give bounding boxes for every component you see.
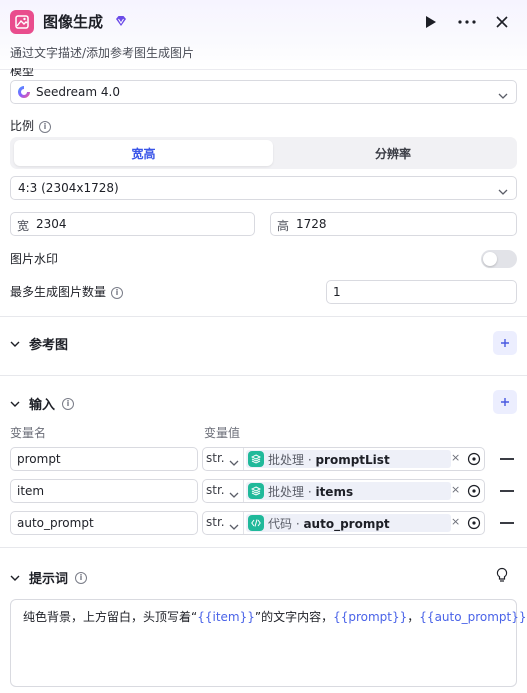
type-select[interactable]: str.: [206, 451, 225, 465]
type-select[interactable]: str.: [206, 483, 225, 497]
model-value: Seedream 4.0: [36, 85, 120, 99]
close-icon[interactable]: [492, 12, 512, 32]
add-reference-button[interactable]: [493, 331, 517, 355]
model-label: 模型: [10, 68, 35, 76]
variable-name-input[interactable]: prompt: [10, 447, 198, 471]
chevron-down-icon: [10, 570, 20, 585]
prompt-text: 纯色背景，上方留白，头顶写着“{{item}}”的文字内容，{{prompt}}…: [23, 610, 527, 624]
target-icon[interactable]: [467, 516, 481, 530]
variable-name-input[interactable]: auto_prompt: [10, 511, 198, 535]
ratio-label: 比例 i: [10, 117, 52, 134]
remove-row-icon[interactable]: [500, 458, 514, 460]
variable-tag: 代码 · auto_prompt: [246, 514, 451, 532]
model-select[interactable]: Seedream 4.0: [10, 80, 517, 104]
divider: [0, 316, 527, 317]
variable-name-input[interactable]: item: [10, 479, 198, 503]
lightbulb-icon[interactable]: [495, 567, 509, 583]
node-title: 图像生成: [43, 13, 104, 31]
target-icon[interactable]: [467, 452, 481, 466]
prompt-textarea[interactable]: 纯色背景，上方留白，头顶写着“{{item}}”的文字内容，{{prompt}}…: [10, 599, 526, 687]
prompt-section-header[interactable]: 提示词 i: [10, 568, 88, 587]
height-input[interactable]: 高 1728: [270, 212, 517, 236]
width-prefix: 宽: [17, 219, 30, 233]
height-value: 1728: [296, 217, 327, 231]
ratio-value: 4:3 (2304x1728): [18, 181, 119, 195]
max-images-input[interactable]: 1: [326, 280, 517, 304]
chevron-down-icon[interactable]: [229, 455, 239, 470]
node-header: 图像生成 通过文字描述/添加参考图生成图片: [0, 0, 527, 70]
info-icon: i: [75, 571, 88, 584]
input-section-header[interactable]: 输入 i: [10, 394, 75, 413]
ratio-mode-tabs: 宽高 分辨率: [10, 137, 517, 169]
height-prefix: 高: [277, 219, 290, 233]
watermark-label: 图片水印: [10, 252, 59, 266]
max-images-label: 最多生成图片数量 i: [10, 283, 124, 300]
info-icon: i: [39, 120, 52, 133]
tab-aspect[interactable]: 宽高: [14, 140, 273, 166]
chevron-down-icon: [498, 184, 508, 199]
ratio-select[interactable]: 4:3 (2304x1728): [10, 176, 517, 200]
reference-section-header[interactable]: 参考图: [10, 334, 68, 353]
input-title: 输入: [29, 398, 56, 413]
max-images-value: 1: [333, 285, 341, 299]
variable-tag: 批处理 · items: [246, 482, 451, 500]
col-header-name: 变量名: [10, 426, 47, 440]
variable-value-ref[interactable]: str. 批处理 · items ×: [202, 479, 485, 503]
target-icon[interactable]: [467, 484, 481, 498]
width-value: 2304: [36, 217, 67, 231]
clear-icon[interactable]: ×: [451, 515, 460, 528]
remove-row-icon[interactable]: [500, 522, 514, 524]
variable-value-ref[interactable]: str. 代码 · auto_prompt ×: [202, 511, 485, 535]
prompt-title: 提示词: [29, 572, 69, 587]
reference-title: 参考图: [29, 338, 69, 353]
seedream-logo-icon: [17, 85, 31, 99]
info-icon: i: [62, 397, 75, 410]
code-icon: [248, 515, 264, 531]
chevron-down-icon: [498, 88, 508, 103]
layers-icon: [248, 483, 264, 499]
image-gen-icon: [10, 10, 34, 34]
clear-icon[interactable]: ×: [451, 483, 460, 496]
divider: [0, 375, 527, 376]
more-icon[interactable]: [457, 12, 477, 32]
clear-icon[interactable]: ×: [451, 451, 460, 464]
variable-value-ref[interactable]: str. 批处理 · promptList ×: [202, 447, 485, 471]
toggle-knob: [483, 252, 497, 266]
chevron-down-icon: [10, 336, 20, 351]
width-input[interactable]: 宽 2304: [10, 212, 255, 236]
tab-resolution[interactable]: 分辨率: [273, 140, 513, 166]
run-icon[interactable]: [421, 12, 441, 32]
chevron-down-icon: [10, 396, 20, 411]
chevron-down-icon[interactable]: [229, 487, 239, 502]
watermark-toggle[interactable]: [481, 250, 517, 268]
remove-row-icon[interactable]: [500, 490, 514, 492]
info-icon: i: [111, 286, 124, 299]
layers-icon: [248, 451, 264, 467]
type-select[interactable]: str.: [206, 515, 225, 529]
divider: [0, 547, 527, 548]
col-header-value: 变量值: [204, 426, 241, 440]
premium-badge-icon: [114, 14, 128, 28]
variable-tag: 批处理 · promptList: [246, 450, 451, 468]
add-input-button[interactable]: [493, 390, 517, 414]
node-subtitle: 通过文字描述/添加参考图生成图片: [10, 46, 195, 60]
chevron-down-icon[interactable]: [229, 519, 239, 534]
